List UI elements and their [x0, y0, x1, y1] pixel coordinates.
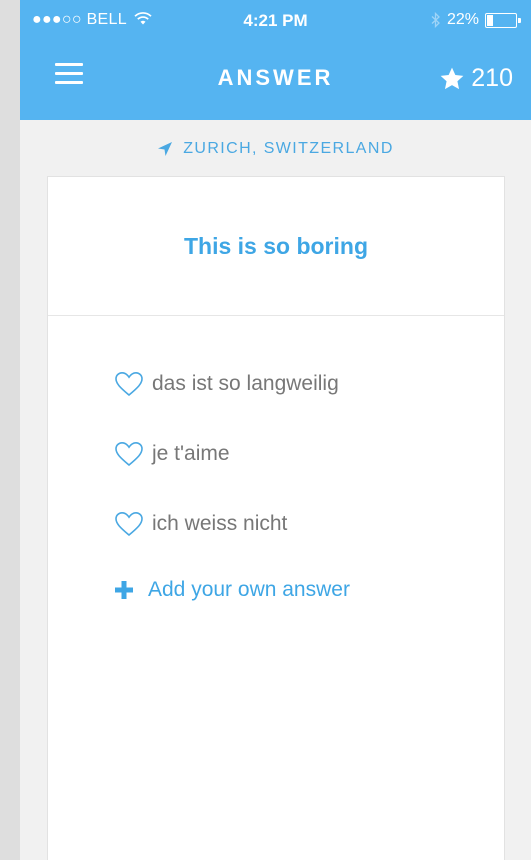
location-label: ZURICH, SWITZERLAND [20, 140, 531, 158]
add-answer-label: Add your own answer [148, 578, 350, 601]
location-arrow-icon [158, 142, 173, 156]
answer-item[interactable]: ich weiss nicht [114, 511, 494, 537]
answer-text: das ist so langweilig [152, 372, 339, 395]
star-count-value: 210 [471, 64, 513, 92]
heart-outline-icon[interactable] [114, 511, 144, 537]
star-count[interactable]: 210 [439, 64, 513, 93]
status-bar: ●●●○○ BELL 4:21 PM 22% [20, 0, 531, 42]
heart-outline-icon[interactable] [114, 441, 144, 467]
answer-item[interactable]: das ist so langweilig [114, 371, 494, 397]
location-text: ZURICH, SWITZERLAND [183, 140, 394, 157]
answer-item[interactable]: je t'aime [114, 441, 494, 467]
answer-text: je t'aime [152, 442, 230, 465]
plus-icon [115, 581, 133, 599]
battery-icon [485, 12, 521, 28]
add-answer-button[interactable]: Add your own answer [114, 578, 494, 602]
status-right: 22% [431, 11, 521, 29]
battery-percent: 22% [446, 11, 479, 28]
top-bar: ●●●○○ BELL 4:21 PM 22% ANSWER 210 [20, 0, 531, 120]
question-card: This is so boring das ist so langweilig … [47, 176, 505, 860]
heart-outline-icon[interactable] [114, 371, 144, 397]
navigation-bar: ANSWER 210 [20, 52, 531, 104]
question-text: This is so boring [48, 177, 504, 316]
star-icon [440, 67, 464, 89]
phone-screen: ●●●○○ BELL 4:21 PM 22% ANSWER 210 ZURICH… [20, 0, 531, 860]
answer-text: ich weiss nicht [152, 512, 288, 535]
bluetooth-icon [431, 12, 440, 28]
